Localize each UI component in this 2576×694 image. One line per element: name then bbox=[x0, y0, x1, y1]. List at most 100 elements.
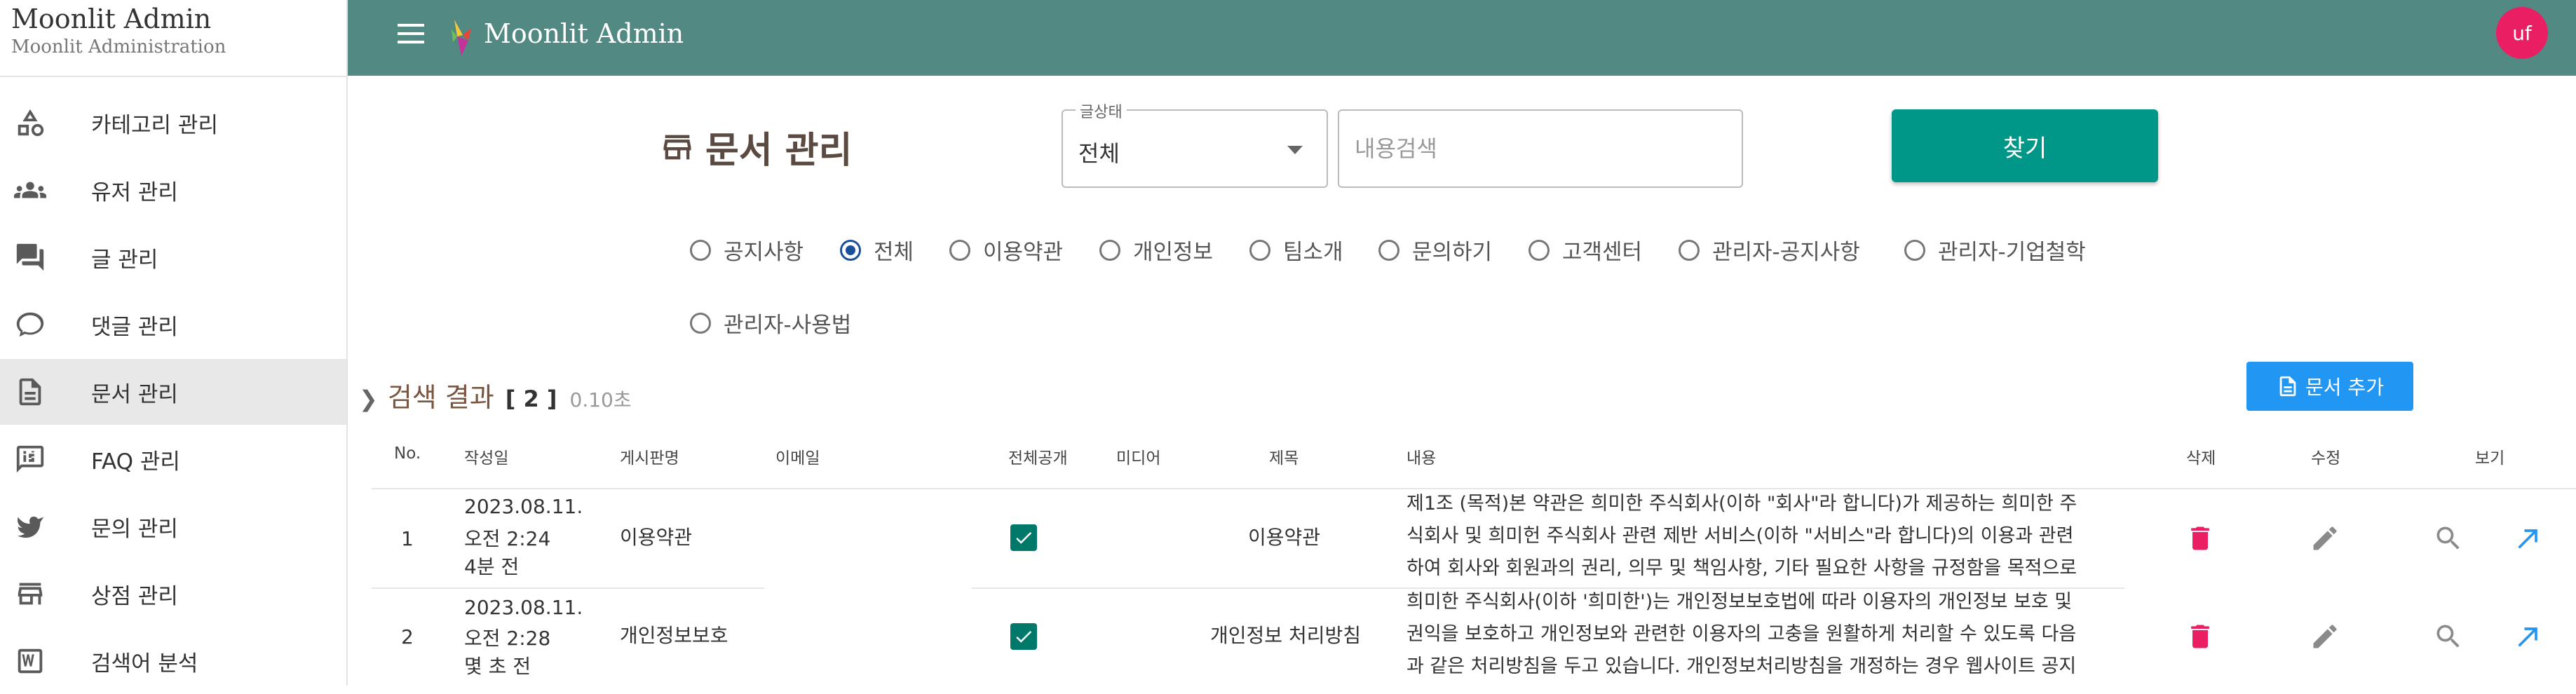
delete-icon[interactable] bbox=[2185, 621, 2216, 652]
sidebar-item-label: 문의 관리 bbox=[91, 516, 178, 542]
radio-circle bbox=[1904, 239, 1925, 261]
radio-label: 관리자-기업철학 bbox=[1938, 240, 2086, 265]
add-document-button[interactable]: 문서 추가 bbox=[2246, 362, 2413, 411]
row-board: 개인정보보호 bbox=[620, 624, 728, 647]
open-link-icon[interactable] bbox=[2513, 523, 2544, 554]
sidebar-item-label: 검색어 분석 bbox=[91, 651, 198, 676]
results-label: 검색 결과 bbox=[387, 382, 494, 413]
search-preview-icon[interactable] bbox=[2433, 621, 2464, 652]
row-content-line: 식회사 및 희미헌 주식회사 관련 제반 서비스(이하 "서비스"라 합니다)의… bbox=[1406, 525, 2074, 547]
radio-admin-usage[interactable]: 관리자-사용법 bbox=[690, 307, 851, 339]
status-select-value: 전체 bbox=[1078, 140, 1120, 167]
public-checkbox[interactable] bbox=[1010, 623, 1037, 650]
sidebar: Moonlit Admin Moonlit Administration 카테고… bbox=[0, 0, 348, 686]
page-title: 문서 관리 bbox=[659, 121, 852, 173]
radio-circle bbox=[1528, 239, 1550, 261]
search-results-header[interactable]: ❯ 검색 결과 [ 2 ] 0.10초 bbox=[359, 376, 632, 414]
radio-label: 전체 bbox=[874, 240, 914, 265]
caret-down-icon bbox=[1287, 146, 1303, 154]
radio-label: 고객센터 bbox=[1562, 240, 1643, 265]
col-header-email: 이메일 bbox=[775, 449, 820, 468]
app-subtitle: Moonlit Administration bbox=[11, 36, 226, 57]
col-header-content: 내용 bbox=[1406, 449, 1437, 468]
check-icon bbox=[1016, 531, 1032, 544]
hamburger-menu-icon[interactable] bbox=[394, 17, 429, 52]
top-app-bar: Moonlit Admin uf bbox=[348, 0, 2576, 76]
search-preview-icon[interactable] bbox=[2433, 523, 2464, 554]
add-document-label: 문서 추가 bbox=[2305, 376, 2384, 399]
document-icon bbox=[2279, 376, 2296, 397]
radio-team[interactable]: 팀소개 bbox=[1249, 234, 1343, 266]
radio-notice[interactable]: 공지사항 bbox=[690, 234, 804, 266]
brand-name: Moonlit Admin bbox=[484, 18, 684, 49]
sidebar-item-label: 카테고리 관리 bbox=[91, 112, 218, 138]
sidebar-item-inquiries[interactable]: 문의 관리 bbox=[0, 494, 346, 559]
forum-icon bbox=[13, 240, 48, 275]
row-content-line: 하여 회사와 회원과의 권리, 의무 및 책임사항, 기타 필요한 사항을 규정… bbox=[1406, 557, 2077, 579]
radio-label: 관리자-사용법 bbox=[724, 313, 852, 338]
radio-contact[interactable]: 문의하기 bbox=[1378, 234, 1492, 266]
chevron-right-icon: ❯ bbox=[359, 386, 378, 412]
radio-circle bbox=[1099, 239, 1120, 261]
logo-icon bbox=[447, 15, 475, 60]
radio-all[interactable]: 전체 bbox=[840, 234, 914, 266]
store-icon bbox=[663, 135, 691, 159]
sidebar-item-faq[interactable]: FAQ 관리 bbox=[0, 426, 346, 492]
radio-privacy[interactable]: 개인정보 bbox=[1099, 234, 1213, 266]
user-avatar[interactable]: uf bbox=[2496, 7, 2548, 59]
row-no: 2 bbox=[401, 625, 414, 648]
radio-terms[interactable]: 이용약관 bbox=[949, 234, 1063, 266]
col-header-delete: 삭제 bbox=[2186, 449, 2216, 468]
row-no: 1 bbox=[401, 527, 414, 550]
status-select-label: 글상태 bbox=[1076, 100, 1127, 122]
sidebar-item-comments[interactable]: 댓글 관리 bbox=[0, 292, 346, 358]
sidebar-item-search-analytics[interactable]: 검색어 분석 bbox=[0, 628, 346, 694]
row-content-line: 제1조 (목적)본 약관은 희미한 주식회사(이하 "회사"라 합니다)가 제공… bbox=[1406, 493, 2077, 515]
content-search-input[interactable] bbox=[1338, 109, 1743, 188]
open-link-icon[interactable] bbox=[2513, 621, 2544, 652]
row-content: 희미한 주식회사(이하 '희미한')는 개인정보보호법에 따라 이용자의 개인정… bbox=[1406, 586, 2108, 683]
row-content-line: 희미한 주식회사(이하 '희미한')는 개인정보보호법에 따라 이용자의 개인정… bbox=[1406, 591, 2073, 613]
col-header-public: 전체공개 bbox=[1008, 449, 1068, 468]
radio-circle bbox=[1378, 239, 1399, 261]
bird-icon bbox=[13, 509, 48, 544]
store-icon bbox=[13, 576, 48, 611]
results-time: 0.10초 bbox=[569, 388, 632, 411]
col-header-view: 보기 bbox=[2475, 449, 2505, 468]
radio-label: 이용약관 bbox=[983, 240, 1064, 265]
sidebar-item-label: FAQ 관리 bbox=[91, 449, 180, 475]
radio-circle bbox=[690, 312, 711, 334]
col-header-title: 제목 bbox=[1269, 449, 1299, 468]
app-title: Moonlit Admin bbox=[11, 4, 212, 34]
radio-label: 문의하기 bbox=[1412, 240, 1493, 265]
row-content: 제1조 (목적)본 약관은 희미한 주식회사(이하 "회사"라 합니다)가 제공… bbox=[1406, 488, 2108, 585]
row-content-line: 과 같은 처리방침을 두고 있습니다. 개인정보처리방침을 개정하는 경우 웹사… bbox=[1406, 655, 2077, 677]
sidebar-item-store[interactable]: 상점 관리 bbox=[0, 561, 346, 627]
row-title: 이용약관 bbox=[1248, 526, 1321, 549]
row-divider bbox=[372, 587, 764, 589]
row-content-line: 권익을 보호하고 개인정보와 관련한 이용자의 고충을 원활하게 처리할 수 있… bbox=[1406, 623, 2077, 645]
radio-admin-notice[interactable]: 관리자-공지사항 bbox=[1679, 234, 1860, 266]
status-select[interactable]: 글상태 전체 bbox=[1062, 100, 1328, 188]
radio-customer-center[interactable]: 고객센터 bbox=[1528, 234, 1642, 266]
sidebar-item-category[interactable]: 카테고리 관리 bbox=[0, 90, 346, 156]
sidebar-item-posts[interactable]: 글 관리 bbox=[0, 224, 346, 290]
row-date-relative: 몇 초 전 bbox=[464, 655, 531, 678]
radio-label: 관리자-공지사항 bbox=[1712, 240, 1860, 265]
sidebar-item-label: 댓글 관리 bbox=[91, 314, 178, 340]
faq-icon bbox=[13, 442, 48, 477]
sidebar-item-users[interactable]: 유저 관리 bbox=[0, 157, 346, 223]
results-count: [ 2 ] bbox=[505, 386, 557, 412]
delete-icon[interactable] bbox=[2185, 523, 2216, 554]
radio-admin-philosophy[interactable]: 관리자-기업철학 bbox=[1904, 234, 2086, 266]
edit-pencil-icon[interactable] bbox=[2310, 621, 2340, 652]
sidebar-item-documents[interactable]: 문서 관리 bbox=[0, 359, 346, 425]
radio-circle bbox=[840, 239, 861, 261]
edit-pencil-icon[interactable] bbox=[2310, 523, 2340, 554]
search-button[interactable]: 찾기 bbox=[1892, 109, 2158, 182]
sidebar-item-label: 문서 관리 bbox=[91, 381, 178, 407]
public-checkbox[interactable] bbox=[1010, 524, 1037, 551]
radio-circle bbox=[1249, 239, 1270, 261]
col-header-date: 작성일 bbox=[464, 449, 509, 468]
radio-label: 공지사항 bbox=[724, 240, 804, 265]
